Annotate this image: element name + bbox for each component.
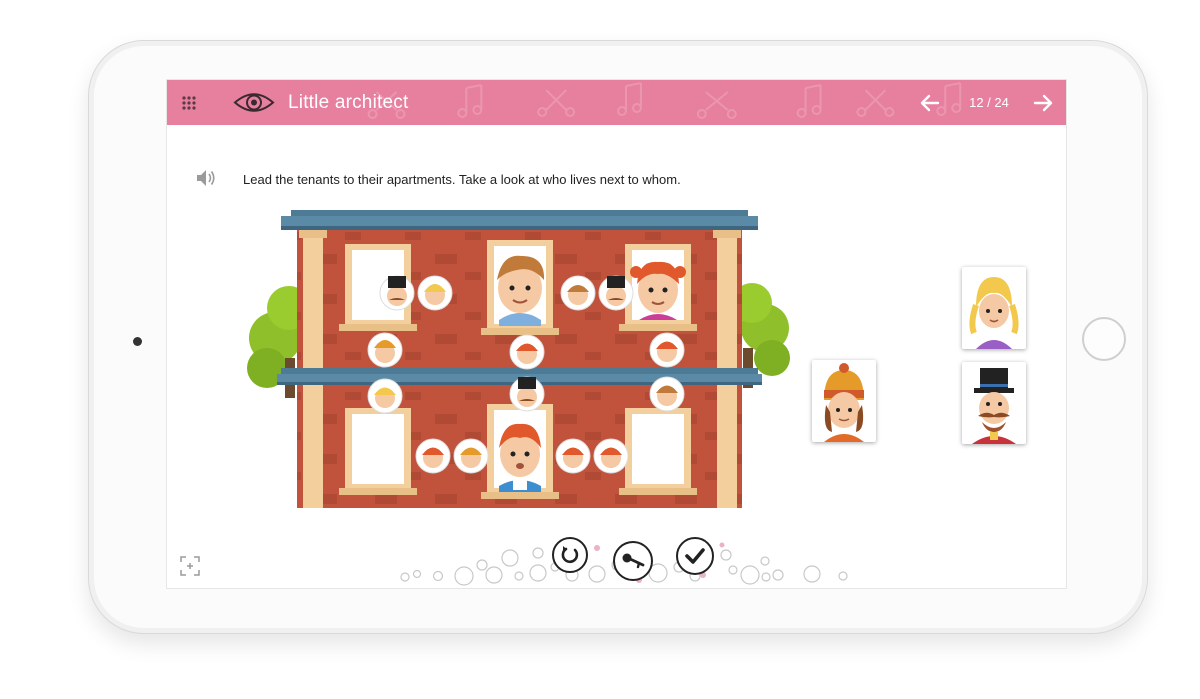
hint-button[interactable]: [613, 541, 653, 581]
header-bar: Little architect 12 / 24: [167, 80, 1066, 125]
app-screen: Little architect 12 / 24 Lead the tenant…: [166, 79, 1067, 589]
arrow-left-icon[interactable]: [919, 92, 941, 114]
instruction-text: Lead the tenants to their apartments. Ta…: [243, 172, 681, 187]
reset-button[interactable]: [552, 537, 588, 573]
top-hat-man-card[interactable]: [962, 362, 1026, 444]
speaker-icon[interactable]: [195, 168, 217, 188]
camera: [133, 337, 142, 346]
blonde-girl-card[interactable]: [962, 267, 1026, 349]
girl-beanie-portrait: [824, 363, 864, 442]
page-counter: 12 / 24: [969, 95, 1009, 110]
apartment-building: [247, 210, 790, 508]
reset-icon: [561, 546, 579, 564]
top-hat-man-portrait: [972, 368, 1016, 444]
activity-title: Little architect: [288, 92, 409, 113]
fullscreen-icon[interactable]: [179, 555, 201, 577]
grid-menu-icon[interactable]: [181, 95, 197, 111]
girl-beanie-card[interactable]: [812, 360, 876, 442]
key-icon: [622, 553, 645, 569]
window-bottom-right: [619, 408, 697, 495]
home-button[interactable]: [1082, 317, 1126, 361]
eye-icon: [233, 93, 275, 112]
check-icon: [685, 548, 705, 564]
arrow-right-icon[interactable]: [1032, 92, 1054, 114]
blonde-girl-portrait: [969, 277, 1019, 349]
check-button[interactable]: [676, 537, 714, 575]
window-bottom-left: [339, 408, 417, 495]
